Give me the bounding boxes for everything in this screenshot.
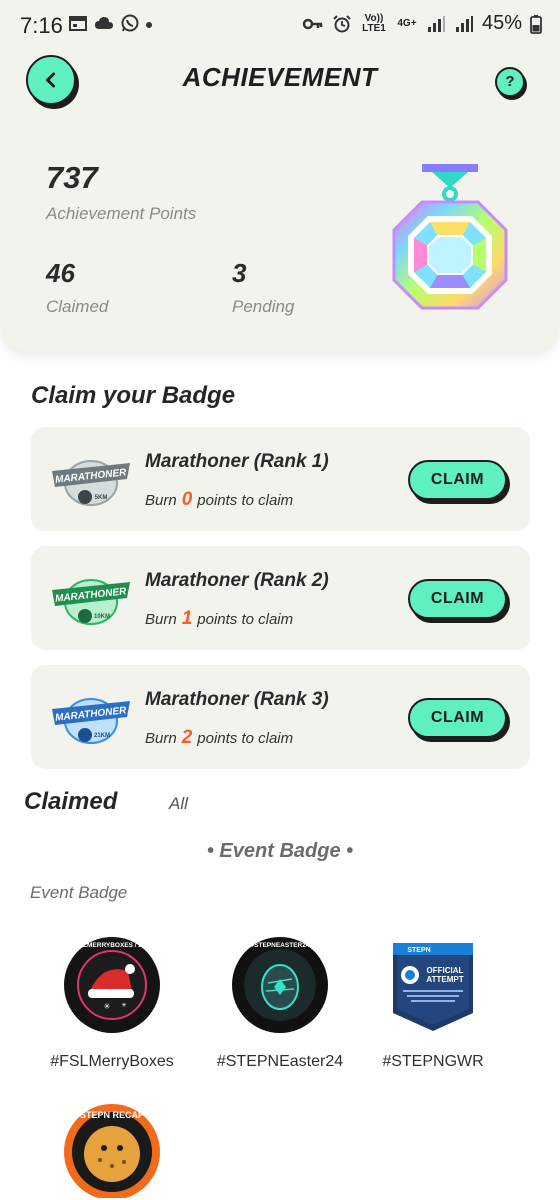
badge-stepngwr[interactable]: STEPN OFFICIAL ATTEMPT #STEPNGWR — [363, 935, 503, 1071]
whatsapp-icon — [121, 14, 139, 32]
claim-cost: Burn 1 points to claim — [145, 608, 293, 630]
badge-fslmerryboxes[interactable]: ✳ ✳ #FSLMERRYBOXES / 2023 #FSLMerryBoxes — [42, 935, 182, 1071]
burn-prefix: Burn — [145, 730, 177, 747]
badge-distance: 21KM — [94, 733, 110, 739]
claim-section-title: Claim your Badge — [31, 382, 236, 409]
badge-stepneaster24[interactable]: #STEPNEASTER24 #STEPNEaster24 — [210, 935, 350, 1071]
category-header[interactable]: • Event Badge • — [0, 840, 560, 863]
burn-points: 1 — [181, 608, 193, 629]
pending-count: 3 — [232, 258, 247, 288]
marathoner-badge-icon: MARATHONER 21KM — [52, 698, 130, 744]
badge-ring-text: #FSLMERRYBOXES / 2023 — [71, 942, 153, 949]
claim-card-rank-1: MARATHONER 5KM Marathoner (Rank 1) Burn … — [31, 427, 530, 531]
tab-claimed[interactable]: Claimed — [24, 788, 117, 816]
category-label: Event Badge — [30, 883, 128, 902]
gwr-title-line1: OFFICIAL — [427, 966, 464, 975]
claim-button[interactable]: CLAIM — [408, 579, 507, 619]
burn-suffix: points to claim — [197, 730, 294, 747]
tab-all[interactable]: All — [169, 794, 188, 814]
status-bar: 7:16 Vo)) LTE1 4G+ 45% — [0, 0, 560, 52]
claim-title: Marathoner (Rank 3) — [145, 689, 329, 710]
signal-roaming-icon — [455, 15, 473, 32]
alarm-icon — [333, 14, 351, 32]
stepngwr-badge-icon: STEPN OFFICIAL ATTEMPT — [393, 943, 473, 1031]
badge-name: #FSLMerryBoxes — [50, 1053, 174, 1070]
vpn-key-icon — [302, 18, 323, 29]
claimed-count: 46 — [46, 258, 75, 288]
battery-percent: 45% — [481, 12, 522, 34]
calendar-icon — [69, 16, 87, 31]
burn-suffix: points to claim — [197, 492, 294, 509]
marathoner-badge-icon: MARATHONER 10KM — [52, 579, 130, 625]
svg-text:✳: ✳ — [104, 1002, 111, 1011]
badge-name: #STEPNGWR — [382, 1053, 484, 1070]
marathoner-badge-icon: MARATHONER 5KM — [52, 460, 130, 506]
badge-distance: 10KM — [94, 614, 110, 620]
burn-prefix: Burn — [145, 492, 177, 509]
notification-icons — [68, 14, 140, 32]
burn-points: 2 — [181, 727, 193, 748]
burn-prefix: Burn — [145, 611, 177, 628]
achievement-points-value: 737 — [46, 160, 98, 195]
cloud-icon — [95, 17, 113, 29]
claim-cost: Burn 2 points to claim — [145, 727, 293, 749]
battery-icon — [530, 14, 542, 34]
burn-points: 0 — [181, 489, 193, 510]
network-type: 4G+ — [397, 17, 417, 29]
more-notifications-dot — [146, 22, 152, 28]
claim-title: Marathoner (Rank 2) — [145, 570, 329, 591]
achievement-medal-icon — [392, 164, 508, 310]
page-title: ACHIEVEMENT — [182, 62, 378, 92]
summary-panel: 7:16 Vo)) LTE1 4G+ 45% ACHIEVEMENT ? 737… — [0, 0, 560, 352]
signal-icon — [427, 15, 445, 32]
status-time: 7:16 — [20, 13, 63, 38]
recap-text: STEPN RECAP — [80, 1110, 144, 1120]
claim-cost: Burn 0 points to claim — [145, 489, 293, 511]
gwr-title-line2: ATTEMPT — [426, 975, 463, 984]
help-button[interactable]: ? — [495, 67, 525, 97]
claim-card-rank-2: MARATHONER 10KM Marathoner (Rank 2) Burn… — [31, 546, 530, 650]
claim-card-rank-3: MARATHONER 21KM Marathoner (Rank 3) Burn… — [31, 665, 530, 769]
badge-ring-text: #STEPNEASTER24 — [251, 942, 310, 949]
pending-label: Pending — [232, 297, 295, 316]
burn-suffix: points to claim — [197, 611, 294, 628]
volte-indicator: Vo)) LTE1 — [362, 12, 386, 34]
stepneaster24-badge-icon: #STEPNEASTER24 — [232, 937, 328, 1033]
fslmerryboxes-badge-icon: ✳ ✳ #FSLMERRYBOXES / 2023 — [64, 937, 160, 1033]
gwr-header: STEPN — [407, 947, 430, 954]
claim-button[interactable]: CLAIM — [408, 460, 507, 500]
badge-distance: 5KM — [95, 495, 108, 501]
claim-button[interactable]: CLAIM — [408, 698, 507, 738]
status-right-icons: Vo)) LTE1 4G+ 45% — [302, 12, 542, 35]
achievement-points-label: Achievement Points — [46, 204, 197, 223]
badge-name: #STEPNEaster24 — [216, 1053, 344, 1070]
claim-title: Marathoner (Rank 1) — [145, 451, 329, 472]
stepn-recap-badge-icon: STEPN RECAP — [64, 1104, 160, 1198]
claimed-label: Claimed — [46, 297, 109, 316]
svg-text:✳: ✳ — [121, 1002, 126, 1009]
badge-stepn-recap[interactable]: STEPN RECAP — [42, 1098, 182, 1198]
